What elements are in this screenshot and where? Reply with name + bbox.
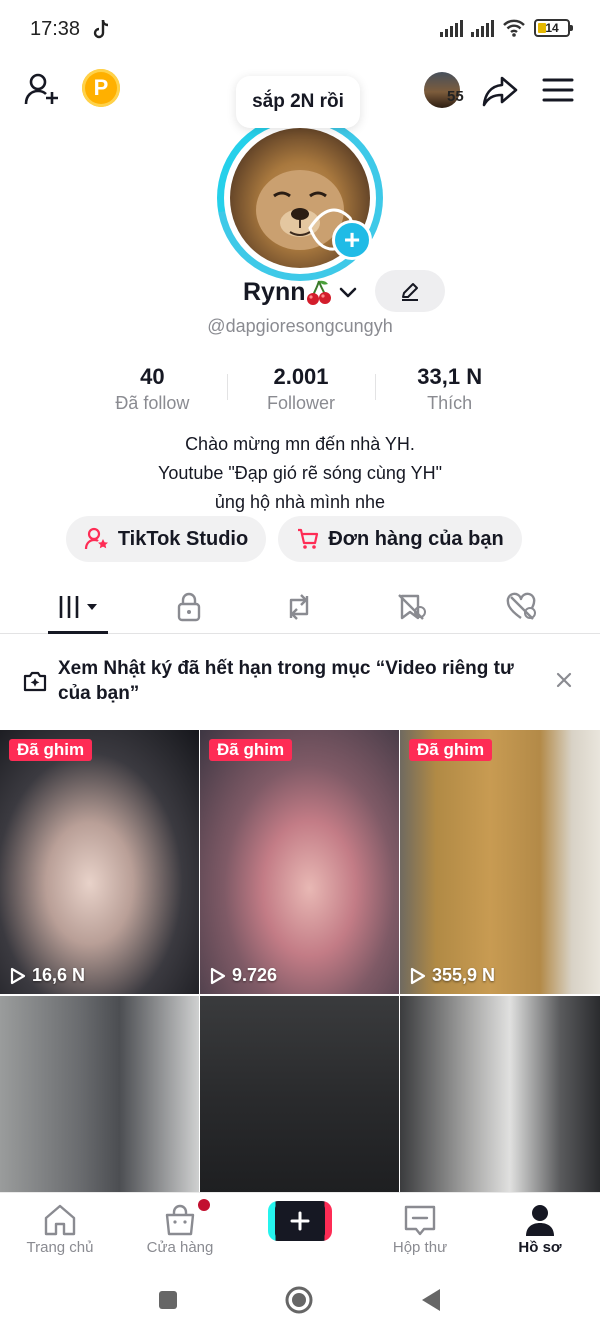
close-icon[interactable] xyxy=(554,670,574,690)
video-thumbnail[interactable]: Đã ghim 355,9 N xyxy=(400,730,600,994)
nav-profile-label: Hồ sơ xyxy=(518,1239,562,1256)
bio-line: Youtube "Đạp gió rẽ sóng cùng YH" xyxy=(158,463,442,483)
notice-text: Xem Nhật ký đã hết hạn trong mục “Video … xyxy=(58,658,514,704)
stat-followers[interactable]: 2.001 Follower xyxy=(226,362,376,418)
stat-value: 33,1 N xyxy=(417,364,483,389)
cart-icon xyxy=(298,528,319,549)
view-count-value: 16,6 N xyxy=(32,965,86,985)
nav-shop-label: Cửa hàng xyxy=(146,1239,214,1256)
stat-following[interactable]: 40 Đã follow xyxy=(78,362,227,418)
stats-row: 40 Đã follow 2.001 Follower 33,1 N Thích xyxy=(78,362,524,418)
stat-value: 2.001 xyxy=(273,364,329,389)
your-orders-button[interactable]: Đơn hàng của bạn xyxy=(278,516,522,562)
grid-icon xyxy=(59,595,97,619)
recents-icon[interactable] xyxy=(156,1288,180,1312)
pinned-badge: Đã ghim xyxy=(9,739,93,761)
coin-icon[interactable]: P xyxy=(82,69,120,107)
active-tab-indicator xyxy=(48,631,108,634)
tiktok-notification-icon xyxy=(93,19,109,39)
tab-reposts[interactable] xyxy=(259,580,339,634)
battery-icon: 14 xyxy=(534,19,573,37)
nav-inbox[interactable]: Hộp thư xyxy=(360,1193,480,1269)
status-bar: 17:38 14 xyxy=(0,0,600,60)
chevron-down-icon[interactable] xyxy=(338,282,358,302)
bio-line: ủng hộ nhà mình nhe xyxy=(214,492,386,512)
video-thumbnail[interactable]: Đã ghim 9.726 xyxy=(200,730,399,994)
play-icon xyxy=(10,967,26,984)
nav-home-label: Trang chủ xyxy=(26,1239,94,1256)
video-thumbnail[interactable] xyxy=(0,996,199,1192)
video-thumbnail[interactable]: Đã ghim 16,6 N xyxy=(0,730,199,994)
name-row: Rynn xyxy=(0,268,600,316)
home-system-icon[interactable] xyxy=(283,1284,315,1316)
video-grid: Đã ghim 16,6 N Đã ghim 9.726 Đã ghim 355… xyxy=(0,730,600,1192)
shop-icon xyxy=(165,1204,195,1236)
status-time: 17:38 xyxy=(30,18,81,40)
add-story-button[interactable]: + xyxy=(332,220,372,260)
home-icon xyxy=(44,1204,76,1236)
nav-profile[interactable]: Hồ sơ xyxy=(480,1193,600,1269)
plus-icon xyxy=(290,1211,310,1231)
expired-diary-notice[interactable]: Xem Nhật ký đã hết hạn trong mục “Video … xyxy=(0,646,600,716)
stat-label: Thích xyxy=(427,393,473,413)
status-icons: 14 xyxy=(440,18,573,38)
content-tabs xyxy=(0,580,600,634)
back-icon[interactable] xyxy=(418,1286,444,1314)
view-count: 355,9 N xyxy=(410,965,495,986)
your-orders-label: Đơn hàng của bạn xyxy=(328,527,504,550)
wifi-icon xyxy=(503,19,525,37)
inbox-icon xyxy=(404,1205,436,1236)
bottom-nav: Trang chủ Cửa hàng Hộp thư Hồ sơ xyxy=(0,1192,600,1268)
tab-videos[interactable] xyxy=(40,580,120,634)
bio-line: Chào mừng mn đến nhà YH. xyxy=(185,434,415,454)
stat-label: Follower xyxy=(266,393,336,413)
stat-label: Đã follow xyxy=(115,393,190,413)
tab-private[interactable] xyxy=(149,580,229,634)
stat-likes[interactable]: 33,1 N Thích xyxy=(375,362,524,418)
view-count-value: 355,9 N xyxy=(432,965,496,985)
story-count: 55 xyxy=(447,88,464,105)
repost-icon xyxy=(289,594,309,620)
action-row: TikTok Studio Đơn hàng của bạn xyxy=(0,516,600,562)
signal-icon xyxy=(440,19,463,37)
view-count: 9.726 xyxy=(210,965,277,986)
tiktok-studio-label: TikTok Studio xyxy=(117,527,249,550)
system-nav-bar xyxy=(0,1268,600,1334)
video-thumbnail[interactable] xyxy=(400,996,600,1192)
video-thumbnail[interactable] xyxy=(200,996,399,1192)
username: @dapgioresongcungyh xyxy=(207,316,393,336)
pinned-badge: Đã ghim xyxy=(409,739,493,761)
menu-icon[interactable] xyxy=(542,76,574,104)
play-icon xyxy=(210,967,226,984)
liked-icon xyxy=(506,592,536,620)
nav-home[interactable]: Trang chủ xyxy=(0,1193,120,1269)
signal-icon-2 xyxy=(471,19,494,37)
profile-icon xyxy=(526,1205,554,1236)
display-name: Rynn xyxy=(243,278,306,306)
shop-notification-dot xyxy=(198,1199,210,1211)
share-icon[interactable] xyxy=(482,74,518,108)
studio-icon xyxy=(84,527,108,550)
view-count: 16,6 N xyxy=(10,965,85,986)
bio: Chào mừng mn đến nhà YH. Youtube "Đạp gi… xyxy=(0,430,600,517)
cherry-emoji-icon xyxy=(307,280,331,305)
tab-saved[interactable] xyxy=(372,580,452,634)
profile-note[interactable]: sắp 2N rồi xyxy=(236,76,360,128)
edit-icon xyxy=(402,283,418,301)
saved-icon xyxy=(398,594,426,620)
pinned-badge: Đã ghim xyxy=(209,739,293,761)
edit-profile-button[interactable] xyxy=(375,270,445,312)
view-count-value: 9.726 xyxy=(232,965,278,985)
nav-shop[interactable]: Cửa hàng xyxy=(120,1193,240,1269)
create-button[interactable] xyxy=(268,1201,332,1241)
add-friend-icon[interactable] xyxy=(22,70,62,110)
nav-inbox-label: Hộp thư xyxy=(392,1239,448,1256)
battery-level: 14 xyxy=(545,21,559,35)
play-icon xyxy=(410,967,426,984)
camera-sparkle-icon xyxy=(23,671,47,692)
stat-value: 40 xyxy=(140,364,165,389)
tiktok-studio-button[interactable]: TikTok Studio xyxy=(66,516,266,562)
tab-liked[interactable] xyxy=(482,580,562,634)
lock-icon xyxy=(177,592,201,622)
